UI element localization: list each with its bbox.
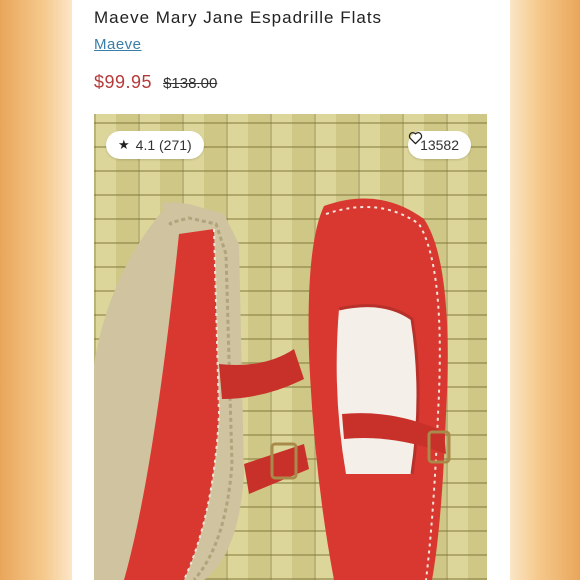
background-frame-right (510, 0, 580, 580)
rating-badge[interactable]: ★ 4.1 (271) (106, 131, 204, 159)
product-card: Maeve Mary Jane Espadrille Flats Maeve $… (72, 0, 510, 580)
brand-link[interactable]: Maeve (94, 36, 142, 53)
shoes-illustration (94, 198, 451, 580)
left-shoe (94, 202, 309, 580)
original-price: $138.00 (163, 75, 218, 92)
product-photo[interactable]: ★ 4.1 (271) 13582 (94, 114, 487, 580)
sale-price: $99.95 (94, 72, 153, 92)
heart-outline-icon (408, 132, 423, 145)
rating-text: 4.1 (271) (135, 137, 192, 153)
product-title: Maeve Mary Jane Espadrille Flats (94, 8, 383, 27)
star-icon: ★ (118, 137, 130, 152)
right-shoe (308, 198, 451, 580)
likes-count: 13582 (420, 137, 459, 153)
background-frame-left (0, 0, 72, 580)
like-button[interactable]: 13582 (408, 131, 471, 159)
price-row: $99.95 $138.00 (94, 72, 217, 93)
